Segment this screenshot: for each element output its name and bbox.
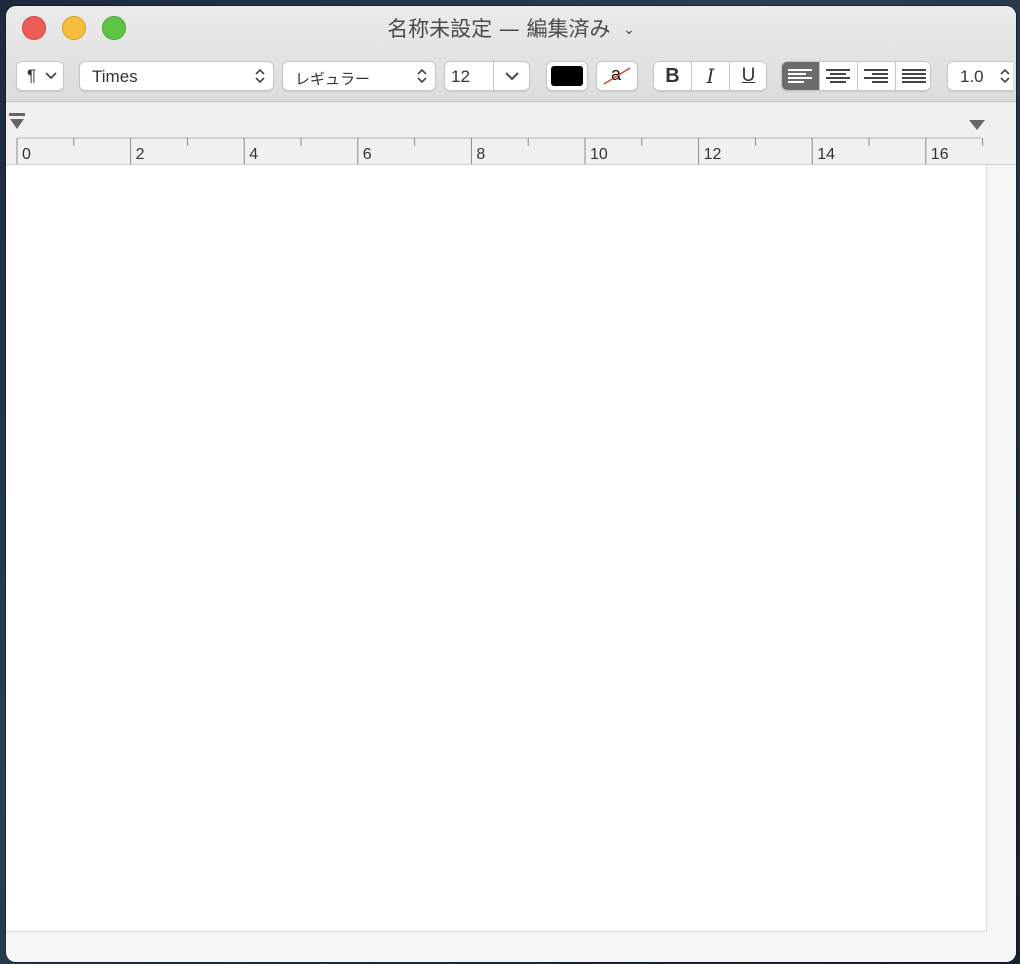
ruler-label: 6 [363,146,372,163]
justify-button[interactable] [896,62,930,90]
window-bottom-bar [6,932,1016,962]
justify-icon [902,69,926,85]
pilcrow-icon: ¶ [27,66,37,85]
ruler[interactable]: 0 2 4 6 8 10 12 14 16 [6,102,1016,165]
alignment-segmented[interactable] [781,61,931,91]
italic-button[interactable]: I [692,62,729,90]
ruler-label: 14 [817,146,835,163]
ruler-label: 4 [249,146,258,163]
align-right-icon [864,69,888,85]
ruler-graphic[interactable]: 0 2 4 6 8 10 12 14 16 [6,102,1016,164]
ruler-label: 8 [476,146,485,163]
ruler-label: 10 [590,146,608,163]
font-size-input[interactable]: 12 [451,67,470,87]
line-spacing-popup[interactable]: 1.0 [947,61,1013,91]
window-title-text: 名称未設定 — 編集済み [387,17,611,41]
title-bar[interactable]: 名称未設定 — 編集済み ⌄ ¶ Times レギュラー 12 a B I U … [6,6,1016,102]
align-center-button[interactable] [820,62,857,90]
document-text-area[interactable] [6,165,987,932]
underline-button[interactable]: U [730,62,767,90]
ruler-label: 0 [22,146,31,163]
align-left-icon [788,69,812,85]
font-style-value: レギュラー [295,70,371,88]
title-chevron-icon[interactable]: ⌄ [623,17,635,43]
updown-chevron-icon [417,68,427,84]
window-title[interactable]: 名称未設定 — 編集済み ⌄ [6,16,1016,43]
text-color-swatch [551,66,583,86]
updown-chevron-icon [255,68,265,84]
divider [493,62,494,90]
textedit-window: 名称未設定 — 編集済み ⌄ ¶ Times レギュラー 12 a B I U … [6,6,1016,962]
align-right-button[interactable] [858,62,895,90]
no-color-slash-icon [603,67,631,85]
font-family-popup[interactable]: Times [79,61,274,91]
text-color-well[interactable] [546,61,588,91]
right-margin-marker-icon[interactable] [969,120,985,130]
align-left-button[interactable] [782,62,819,90]
ruler-label: 16 [931,146,949,163]
ruler-label: 12 [704,146,722,163]
ruler-label: 2 [136,146,145,163]
line-spacing-value: 1.0 [960,67,984,86]
chevron-down-icon [45,72,57,80]
highlight-color-well[interactable]: a [596,61,638,91]
paragraph-style-popup[interactable]: ¶ [16,61,64,91]
chevron-down-icon[interactable] [505,72,519,81]
ruler-ticks: 0 2 4 6 8 10 12 14 16 [16,137,984,164]
align-center-icon [826,69,850,85]
left-indent-marker-icon[interactable] [9,113,25,129]
font-family-value: Times [92,67,138,86]
updown-chevron-icon [1000,68,1010,84]
font-traits-segmented[interactable]: B I U [653,61,767,91]
font-size-combo[interactable]: 12 [444,61,530,91]
highlight-swatch: a [601,64,633,86]
font-style-popup[interactable]: レギュラー [282,61,436,91]
bold-button[interactable]: B [654,62,691,90]
